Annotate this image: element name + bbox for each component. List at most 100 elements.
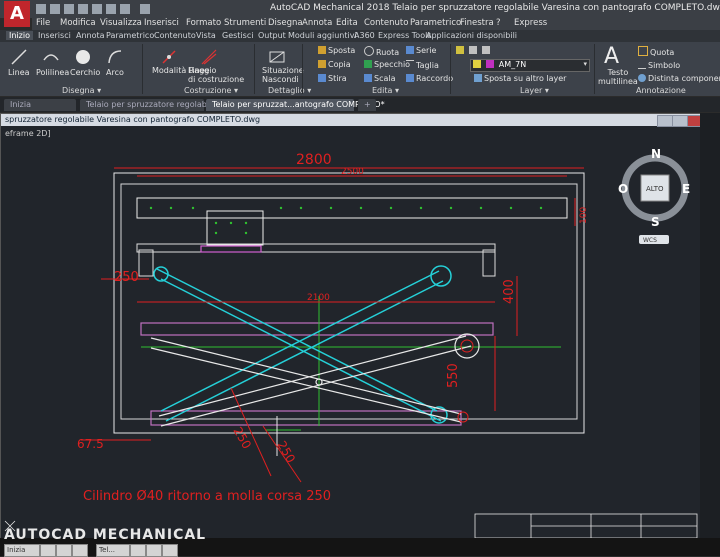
- polyline-icon[interactable]: [42, 48, 60, 66]
- tab-vista[interactable]: Vista: [196, 31, 216, 40]
- multiline-text-label[interactable]: Testo multilinea: [598, 68, 638, 86]
- tab-contenuto[interactable]: Contenuto: [154, 31, 196, 40]
- fillet-button[interactable]: Raccordo: [406, 74, 453, 83]
- document-tab-bar: Inizia Telaio per spruzzatore regolabile…: [0, 97, 720, 112]
- doc-tab-telaio[interactable]: Telaio per spruzzatore regolabile*: [80, 99, 220, 111]
- move-label: Sposta: [328, 46, 356, 55]
- viewcube-north[interactable]: N: [651, 147, 661, 161]
- taskbar-icon-1[interactable]: [40, 544, 56, 557]
- trim-button[interactable]: Taglia: [406, 60, 439, 70]
- menu-express[interactable]: Express: [514, 18, 547, 28]
- menu-inserisci[interactable]: Inserisci: [144, 18, 179, 28]
- menu-formato[interactable]: Formato: [186, 18, 221, 28]
- menu-file[interactable]: File: [36, 18, 50, 28]
- menu-annota[interactable]: Annota: [302, 18, 332, 28]
- tab-annota[interactable]: Annota: [76, 31, 105, 40]
- construction-lines-label[interactable]: Linee di costruzione: [188, 66, 244, 84]
- taskbar-icon-4[interactable]: [130, 544, 146, 557]
- multiline-text-icon[interactable]: A: [604, 44, 619, 69]
- taskbar-icon-5[interactable]: [146, 544, 162, 557]
- array-button[interactable]: Serie: [406, 46, 436, 55]
- menu-contenuto[interactable]: Contenuto: [364, 18, 408, 28]
- taskbar-autocad[interactable]: Tel...: [96, 544, 130, 557]
- hide-situation-icon[interactable]: [268, 48, 286, 66]
- radius-mode-icon[interactable]: [160, 48, 178, 66]
- panel-title-disegna[interactable]: Disegna ▾: [62, 86, 101, 95]
- move-button[interactable]: Sposta: [318, 46, 355, 55]
- panel-title-edita[interactable]: Edita ▾: [372, 86, 399, 95]
- copy-button[interactable]: Copia: [318, 60, 351, 69]
- menu-help[interactable]: ?: [496, 18, 501, 28]
- line-icon[interactable]: [10, 48, 28, 66]
- taskbar-icon-3[interactable]: [72, 544, 88, 557]
- bom-button[interactable]: Distinta componenti: [638, 74, 720, 83]
- taskbar-icon-6[interactable]: [162, 544, 178, 557]
- menu-disegna[interactable]: Disegna: [268, 18, 303, 28]
- tab-gestisci[interactable]: Gestisci: [222, 31, 253, 40]
- scale-button[interactable]: Scala: [364, 74, 396, 83]
- line-button-label[interactable]: Linea: [8, 68, 30, 77]
- print-icon[interactable]: [92, 4, 102, 14]
- rotate-button[interactable]: Ruota: [364, 46, 399, 57]
- menu-parametrico[interactable]: Parametrico: [410, 18, 461, 28]
- tab-moduli-aggiuntivi[interactable]: Moduli aggiuntivi: [288, 31, 357, 40]
- doc-tab-start[interactable]: Inizia: [4, 99, 76, 111]
- layer-state-icon[interactable]: [468, 46, 477, 54]
- trim-label: Taglia: [416, 61, 439, 70]
- doc-tab-telaio-completo[interactable]: Telaio per spruzzat...antografo COMPLETO…: [206, 99, 385, 111]
- hide-situation-label[interactable]: Situazione Nascondi: [262, 66, 304, 84]
- save-icon[interactable]: [64, 4, 74, 14]
- rotate-label: Ruota: [376, 48, 400, 57]
- customize-quick-access-icon[interactable]: [140, 4, 150, 14]
- new-tab-button[interactable]: +: [358, 99, 376, 111]
- undo-icon[interactable]: [106, 4, 116, 14]
- viewcube-face[interactable]: ALTO: [646, 185, 664, 193]
- mirror-button[interactable]: Specchio: [364, 60, 410, 69]
- dimension-button[interactable]: Quota: [638, 46, 674, 57]
- menu-finestra[interactable]: Finestra: [460, 18, 494, 28]
- construction-lines-icon[interactable]: [200, 48, 218, 66]
- redo-icon[interactable]: [120, 4, 130, 14]
- circle-button-label[interactable]: Cerchio: [70, 68, 100, 77]
- drawing-canvas[interactable]: 2800 2500 2100 250 67.5 400 550 100 250 …: [1, 126, 701, 539]
- wcs-menu[interactable]: WCS: [643, 237, 657, 244]
- layer-isolate-icon[interactable]: [481, 46, 490, 54]
- panel-title-costruzione[interactable]: Costruzione ▾: [184, 86, 238, 95]
- menu-strumenti[interactable]: Strumenti: [224, 18, 266, 28]
- tab-parametrico[interactable]: Parametrico: [106, 31, 154, 40]
- open-file-icon[interactable]: [50, 4, 60, 14]
- circle-icon[interactable]: [74, 48, 92, 66]
- symbol-button[interactable]: Simbolo: [638, 60, 680, 70]
- tab-output[interactable]: Output: [258, 31, 286, 40]
- viewcube[interactable]: ALTO N S E O WCS: [618, 147, 690, 244]
- layer-properties-icon[interactable]: [456, 46, 464, 54]
- app-logo-button[interactable]: A: [4, 1, 30, 27]
- layer-tools-row: [456, 46, 588, 56]
- dim-550: 550: [446, 363, 461, 388]
- tab-inserisci[interactable]: Inserisci: [38, 31, 71, 40]
- save-as-icon[interactable]: [78, 4, 88, 14]
- polyline-button-label[interactable]: Polilinea: [36, 68, 69, 77]
- taskbar-icon-2[interactable]: [56, 544, 72, 557]
- tab-inizio[interactable]: Inizio: [6, 31, 33, 40]
- viewcube-east[interactable]: E: [682, 182, 690, 196]
- arc-icon[interactable]: [106, 48, 124, 66]
- viewcube-west[interactable]: O: [618, 182, 628, 196]
- tab-express-tools[interactable]: Express Tools: [378, 31, 432, 40]
- menu-visualizza[interactable]: Visualizza: [100, 18, 142, 28]
- stretch-button[interactable]: Stira: [318, 74, 347, 83]
- panel-title-dettaglio[interactable]: Dettaglio ▾: [268, 86, 311, 95]
- viewcube-south[interactable]: S: [651, 215, 660, 229]
- taskbar-inizia[interactable]: Inizia: [4, 544, 40, 557]
- menu-modifica[interactable]: Modifica: [60, 18, 96, 28]
- panel-title-annotazione[interactable]: Annotazione: [636, 86, 686, 95]
- menu-edita[interactable]: Edita: [336, 18, 358, 28]
- stretch-icon: [318, 74, 326, 82]
- layer-dropdown[interactable]: AM_7N ▾: [470, 59, 590, 72]
- arc-button-label[interactable]: Arco: [106, 68, 124, 77]
- tab-applicazioni[interactable]: Applicazioni disponibili: [426, 31, 517, 40]
- panel-title-layer[interactable]: Layer ▾: [520, 86, 549, 95]
- new-file-icon[interactable]: [36, 4, 46, 14]
- move-to-layer-button[interactable]: Sposta su altro layer: [474, 74, 566, 83]
- tab-a360[interactable]: A360: [354, 31, 375, 40]
